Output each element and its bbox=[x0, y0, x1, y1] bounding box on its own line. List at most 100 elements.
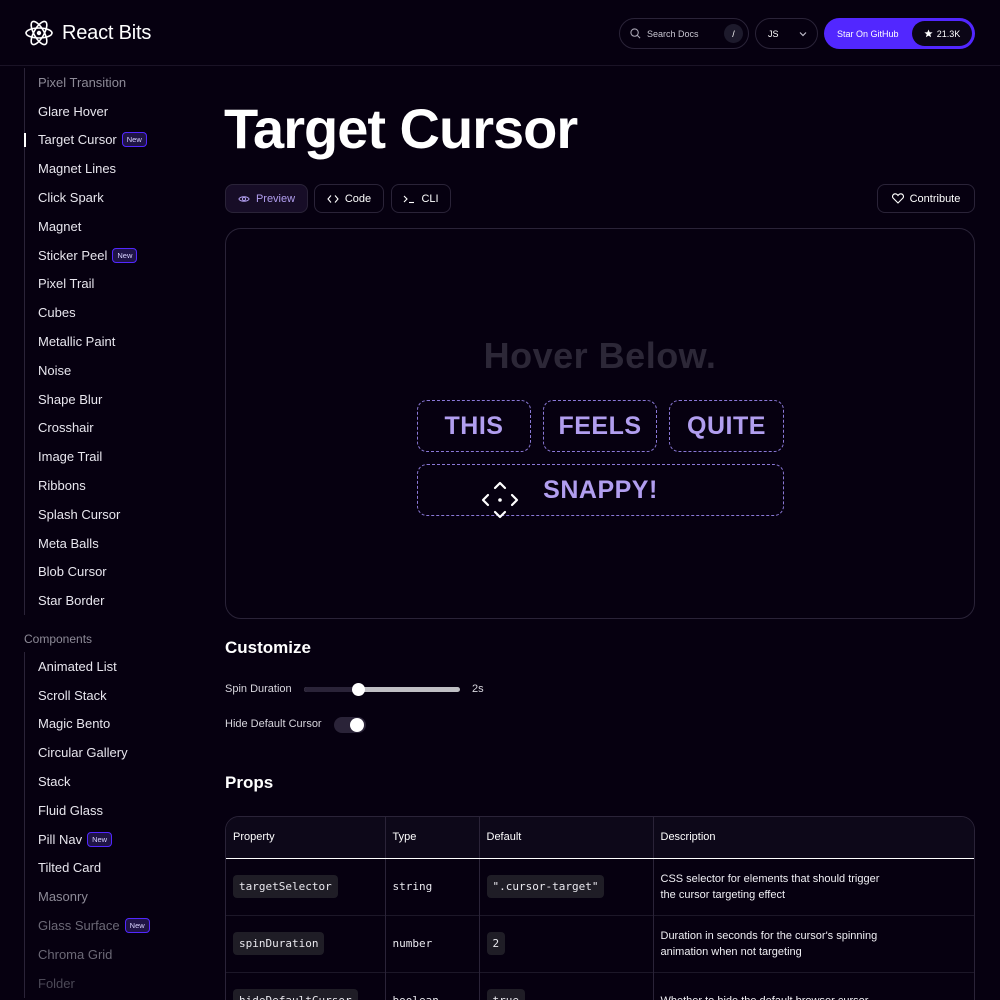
sidebar-item-label: Blob Cursor bbox=[38, 564, 107, 580]
sidebar-item-label: Animated List bbox=[38, 658, 117, 674]
language-value: JS bbox=[768, 28, 779, 39]
sidebar-item[interactable]: Magnet bbox=[25, 212, 147, 241]
sidebar-item[interactable]: Glass Surface New bbox=[25, 911, 150, 940]
sidebar-item[interactable]: Meta Balls bbox=[25, 529, 147, 558]
sidebar-item[interactable]: Ribbons bbox=[25, 471, 147, 500]
sidebar-item-label: Splash Cursor bbox=[38, 506, 121, 522]
sidebar-item-label: Magic Bento bbox=[38, 716, 111, 732]
sidebar-item-label: Chroma Grid bbox=[38, 946, 113, 962]
sidebar-item[interactable]: Noise bbox=[25, 356, 147, 385]
github-star-button[interactable]: Star On GitHub 21.3K bbox=[824, 18, 975, 49]
cursor-target-this[interactable]: THIS bbox=[417, 400, 531, 452]
description-line: Whether to hide the default browser curs… bbox=[661, 995, 869, 1000]
sidebar-item-label: Masonry bbox=[38, 889, 88, 905]
sidebar-item-label: Image Trail bbox=[38, 449, 103, 465]
sidebar-item[interactable]: Masonry bbox=[25, 882, 150, 911]
language-select[interactable]: JS bbox=[755, 18, 818, 49]
customize-heading: Customize bbox=[225, 638, 311, 657]
github-star-value: 21.3K bbox=[936, 28, 961, 39]
sidebar-item[interactable]: Pill Nav New bbox=[25, 825, 150, 854]
logo-text: React Bits bbox=[62, 21, 152, 44]
new-badge: New bbox=[87, 831, 113, 847]
preview-panel[interactable]: Hover Below. THIS FEELS QUITE SNAPPY! bbox=[225, 228, 975, 619]
sidebar-item[interactable]: Star Border bbox=[25, 586, 147, 615]
tab-preview-label: Preview bbox=[255, 192, 296, 205]
sidebar-item-label: Ribbons bbox=[38, 478, 86, 494]
sidebar-group-components: Animated List Scroll Stack Magic Bento Circ… bbox=[24, 652, 150, 998]
sidebar-item[interactable]: Metallic Paint bbox=[25, 327, 147, 356]
sidebar-item[interactable]: Cubes bbox=[25, 298, 147, 327]
table-row: spinDuration number 2 Duration in seconds f… bbox=[226, 914, 974, 972]
sidebar-item-label: Click Spark bbox=[38, 190, 104, 206]
sidebar-item[interactable]: Sticker Peel New bbox=[25, 241, 147, 270]
sidebar-item[interactable]: Pixel Trail bbox=[25, 270, 147, 299]
top-header: React Bits / JS Star On GitHub 21.3K bbox=[0, 0, 1000, 66]
sidebar-item-label: Star Border bbox=[38, 593, 105, 609]
sidebar-item[interactable]: Pixel Transition bbox=[25, 68, 147, 97]
column-header: Type bbox=[384, 817, 479, 859]
tab-code[interactable]: Code bbox=[314, 184, 384, 213]
github-star-count: 21.3K bbox=[912, 21, 972, 46]
sidebar-item[interactable]: Shape Blur bbox=[25, 385, 147, 414]
description-line: the cursor targeting effect bbox=[660, 888, 786, 901]
sidebar-item[interactable]: Blob Cursor bbox=[25, 558, 147, 587]
react-atom-icon bbox=[25, 20, 53, 46]
type-text: string bbox=[392, 880, 433, 893]
sidebar-item[interactable]: Click Spark bbox=[25, 183, 147, 212]
spin-duration-value: 2s bbox=[472, 683, 484, 695]
sidebar-item[interactable]: Magic Bento bbox=[25, 710, 150, 739]
default-chip: ".cursor-target" bbox=[486, 875, 605, 898]
new-badge: New bbox=[112, 247, 138, 263]
cell-property: targetSelector bbox=[226, 858, 385, 915]
props-heading: Props bbox=[225, 773, 274, 792]
sidebar-item[interactable]: Fluid Glass bbox=[25, 796, 150, 825]
github-label: Star On GitHub bbox=[837, 28, 899, 39]
type-text: boolean bbox=[393, 994, 439, 1000]
new-badge: New bbox=[124, 918, 150, 934]
cell-default: ".cursor-target" bbox=[478, 858, 653, 915]
column-header: Default bbox=[478, 817, 653, 859]
sidebar-item-label: Circular Gallery bbox=[38, 745, 128, 761]
sidebar-item-label: Shape Blur bbox=[38, 391, 103, 407]
sidebar-item[interactable]: Stack bbox=[25, 767, 150, 796]
sidebar-item[interactable]: Chroma Grid bbox=[25, 940, 150, 969]
sidebar-item[interactable]: Magnet Lines bbox=[25, 154, 147, 183]
cursor-target-snappy[interactable]: SNAPPY! bbox=[417, 464, 784, 516]
sidebar-item[interactable]: Image Trail bbox=[25, 442, 147, 471]
hide-cursor-toggle[interactable] bbox=[334, 717, 366, 733]
table-row: targetSelector string ".cursor-target" CSS … bbox=[226, 858, 974, 915]
sidebar-item-label: Glare Hover bbox=[38, 103, 109, 119]
search-input[interactable] bbox=[647, 28, 717, 39]
tab-preview[interactable]: Preview bbox=[225, 184, 308, 213]
spin-duration-slider[interactable] bbox=[304, 683, 460, 696]
hover-heading: Hover Below. bbox=[483, 335, 717, 376]
sidebar-item-label: Crosshair bbox=[38, 420, 94, 436]
sidebar-item[interactable]: Splash Cursor bbox=[25, 500, 147, 529]
logo[interactable]: React Bits bbox=[24, 18, 151, 48]
sidebar-item[interactable]: Glare Hover bbox=[25, 97, 147, 126]
sidebar-item[interactable]: Crosshair bbox=[25, 414, 147, 443]
sidebar-item[interactable]: Target Cursor New bbox=[24, 126, 147, 155]
type-text: number bbox=[392, 937, 433, 950]
tab-cli[interactable]: CLI bbox=[391, 184, 451, 213]
slider-thumb[interactable] bbox=[352, 683, 366, 696]
page-title: Target Cursor bbox=[224, 97, 578, 160]
contribute-button[interactable]: Contribute bbox=[877, 184, 975, 213]
cursor-target-quite[interactable]: QUITE bbox=[669, 400, 784, 452]
cell-property: hideDefaultCursor bbox=[226, 971, 385, 1000]
eye-icon bbox=[238, 195, 250, 202]
search-box[interactable]: / bbox=[619, 18, 749, 49]
cursor-target-feels[interactable]: FEELS bbox=[543, 400, 657, 452]
sidebar-item[interactable]: Tilted Card bbox=[25, 854, 150, 883]
sidebar-item-label: Fluid Glass bbox=[38, 802, 104, 818]
sidebar-item-label: Metallic Paint bbox=[38, 334, 116, 350]
sidebar-item-label: Meta Balls bbox=[38, 535, 99, 551]
sidebar-item[interactable]: Animated List bbox=[25, 652, 150, 681]
sidebar-item[interactable]: Circular Gallery bbox=[25, 738, 150, 767]
sidebar-item[interactable]: Folder bbox=[25, 969, 150, 998]
sidebar-item[interactable]: Scroll Stack bbox=[25, 681, 150, 710]
column-header: Description bbox=[652, 817, 974, 859]
sidebar-section-title: Components bbox=[24, 632, 93, 646]
heart-icon bbox=[891, 193, 904, 204]
search-icon bbox=[630, 28, 641, 39]
